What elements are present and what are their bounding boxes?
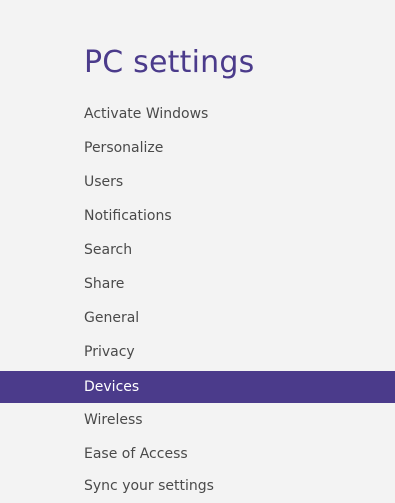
nav-item-activate-windows[interactable]: Activate Windows (0, 97, 395, 131)
nav-item-wireless[interactable]: Wireless (0, 403, 395, 437)
nav-item-devices[interactable]: Devices (0, 371, 395, 403)
pc-settings-panel: PC settings Activate Windows Personalize… (0, 0, 395, 503)
nav-item-general[interactable]: General (0, 301, 395, 335)
nav-item-privacy[interactable]: Privacy (0, 335, 395, 369)
page-title: PC settings (84, 45, 255, 80)
nav-item-notifications[interactable]: Notifications (0, 199, 395, 233)
nav-item-sync-your-settings[interactable]: Sync your settings (0, 471, 395, 499)
nav-item-ease-of-access[interactable]: Ease of Access (0, 437, 395, 471)
nav-item-search[interactable]: Search (0, 233, 395, 267)
nav-item-users[interactable]: Users (0, 165, 395, 199)
nav-item-share[interactable]: Share (0, 267, 395, 301)
settings-nav-list: Activate Windows Personalize Users Notif… (0, 97, 395, 499)
nav-item-personalize[interactable]: Personalize (0, 131, 395, 165)
